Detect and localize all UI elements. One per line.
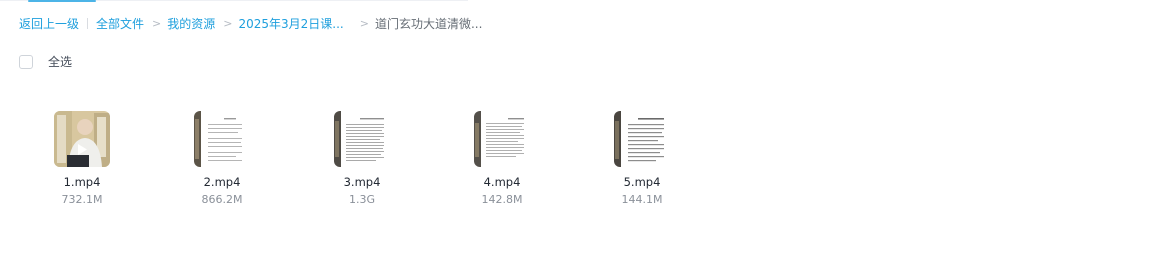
breadcrumb-item-my-resources[interactable]: 我的资源: [167, 15, 215, 32]
file-name: 4.mp4: [483, 175, 521, 189]
file-item[interactable]: 3.mp4 1.3G: [302, 105, 422, 207]
video-document-icon: [334, 111, 390, 167]
select-all-label[interactable]: 全选: [48, 53, 72, 70]
breadcrumb-item-all-files[interactable]: 全部文件: [96, 15, 144, 32]
file-item[interactable]: 5.mp4 144.1M: [582, 105, 702, 207]
select-all-checkbox[interactable]: [19, 54, 33, 69]
file-name: 3.mp4: [343, 175, 381, 189]
back-link[interactable]: 返回上一级: [19, 15, 79, 32]
file-size: 144.1M: [621, 193, 663, 206]
file-size: 142.8M: [481, 193, 523, 206]
chevron-right-icon: >: [152, 16, 162, 30]
chevron-right-icon: >: [359, 16, 369, 30]
file-item[interactable]: 4.mp4 142.8M: [442, 105, 562, 207]
file-size: 866.2M: [201, 193, 243, 206]
file-name: 2.mp4: [203, 175, 241, 189]
file-size: 732.1M: [61, 193, 103, 206]
breadcrumb-item-course[interactable]: 2025年3月2日课...: [238, 15, 343, 32]
file-name: 5.mp4: [623, 175, 661, 189]
video-document-icon: [194, 111, 250, 167]
select-all-row: 全选: [19, 53, 72, 70]
video-document-icon: [474, 111, 530, 167]
breadcrumb-divider: [87, 17, 89, 29]
file-size: 1.3G: [348, 193, 376, 206]
active-tab-indicator: [28, 0, 96, 2]
file-item[interactable]: 1.mp4 732.1M: [22, 105, 142, 207]
video-document-icon: [614, 111, 670, 167]
breadcrumb: 返回上一级 全部文件 > 我的资源 > 2025年3月2日课... > 道门玄功…: [19, 14, 482, 32]
file-item[interactable]: 2.mp4 866.2M: [162, 105, 282, 207]
video-person-icon: [54, 111, 110, 167]
file-name: 1.mp4: [63, 175, 101, 189]
chevron-right-icon: >: [223, 16, 233, 30]
breadcrumb-current-folder: 道门玄功大道清微...: [374, 16, 483, 31]
